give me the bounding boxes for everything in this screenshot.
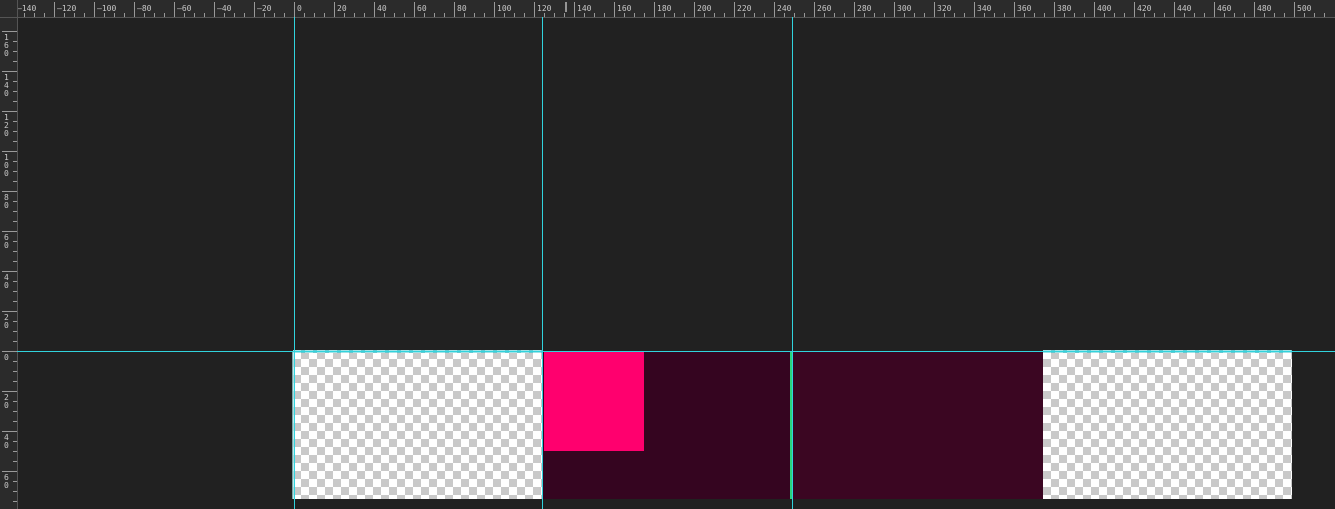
ruler-label: 340: [977, 4, 992, 13]
ruler-label: 140: [577, 4, 592, 13]
ruler-label: –60: [177, 4, 192, 13]
pink-rectangle-shape[interactable]: [544, 351, 644, 451]
vertical-guide-2[interactable]: [542, 17, 543, 509]
ruler-label: 80: [457, 4, 467, 13]
ruler-label: –120: [57, 4, 76, 13]
ruler-label: 360: [1017, 4, 1032, 13]
ruler-label: 0: [4, 241, 9, 250]
ruler-label: 0: [4, 169, 9, 178]
ruler-label: 100: [497, 4, 512, 13]
ruler-label: 180: [657, 4, 672, 13]
ruler-label: 0: [4, 401, 9, 410]
artboard-far-right-transparent[interactable]: [1043, 351, 1292, 499]
ruler-label: 0: [4, 129, 9, 138]
ruler-label: 320: [937, 4, 952, 13]
ruler-label: 20: [337, 4, 347, 13]
ruler-label: 380: [1057, 4, 1072, 13]
ruler-corner: [0, 0, 18, 18]
ruler-label: –40: [217, 4, 232, 13]
ruler-label: –80: [137, 4, 152, 13]
ruler-label: 400: [1097, 4, 1112, 13]
ruler-label: 40: [377, 4, 387, 13]
ruler-label: 60: [417, 4, 427, 13]
ruler-label: 160: [617, 4, 632, 13]
ruler-label: 440: [1177, 4, 1192, 13]
ruler-label: 220: [737, 4, 752, 13]
ruler-label: 0: [4, 281, 9, 290]
artboard-right[interactable]: [792, 351, 1043, 499]
ruler-label: 420: [1137, 4, 1152, 13]
ruler-label: 460: [1217, 4, 1232, 13]
ruler-label: 480: [1257, 4, 1272, 13]
ruler-label: 0: [297, 4, 302, 13]
ruler-label: 0: [4, 89, 9, 98]
ruler-label: 0: [4, 481, 9, 490]
ruler-label: 260: [817, 4, 832, 13]
vertical-guide-3[interactable]: [792, 17, 793, 509]
artboard-left-transparent[interactable]: [293, 351, 542, 499]
ruler-label: –20: [257, 4, 272, 13]
ruler-label: –140: [17, 4, 36, 13]
ruler-label: 0: [4, 201, 9, 210]
ruler-label: 200: [697, 4, 712, 13]
ruler-label: 300: [897, 4, 912, 13]
ruler-label: 0: [4, 321, 9, 330]
ruler-label: 0: [4, 353, 9, 362]
vertical-guide-1[interactable]: [294, 17, 295, 509]
ruler-label: 500: [1297, 4, 1312, 13]
ruler-label: 120: [537, 4, 552, 13]
horizontal-guide[interactable]: [17, 351, 1335, 352]
ruler-label: 0: [4, 441, 9, 450]
ruler-label: –100: [97, 4, 116, 13]
ruler-label: 0: [4, 49, 9, 58]
ruler-label: 240: [777, 4, 792, 13]
ruler-label: 280: [857, 4, 872, 13]
